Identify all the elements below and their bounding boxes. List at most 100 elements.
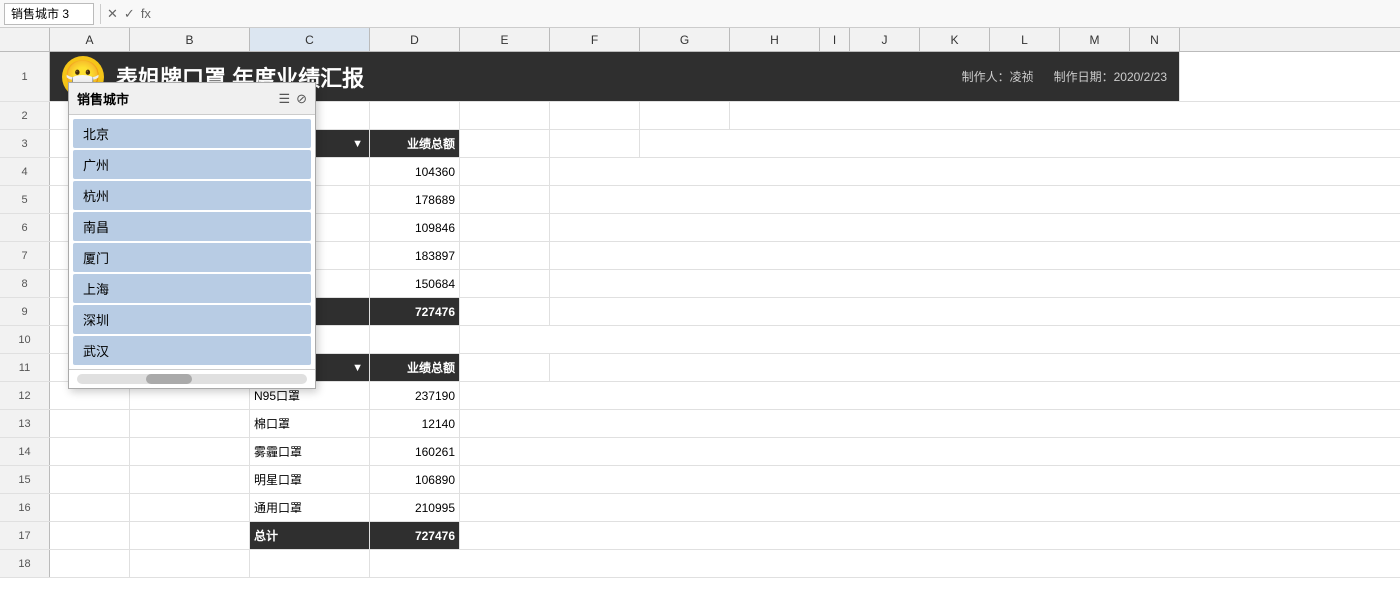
slicer-multiselect-icon[interactable]: ☰ [278,91,290,107]
pivot2-row5-value: 210995 [370,494,460,521]
pivot2-total-value: 727476 [370,522,460,549]
col-header-f[interactable]: F [550,28,640,51]
cell-d2[interactable] [370,102,460,129]
row-num-4: 4 [0,158,50,185]
cell-d10[interactable] [370,326,460,353]
slicer-title-bar: 销售城市 ☰ ⊘ [69,83,315,115]
col-header-i[interactable]: I [820,28,850,51]
col-header-k[interactable]: K [920,28,990,51]
row-num-7: 7 [0,242,50,269]
slicer-clear-icon[interactable]: ⊘ [296,91,307,107]
pivot2-row2-value: 12140 [370,410,460,437]
cell-f3[interactable] [550,130,640,157]
col-header-l[interactable]: L [990,28,1060,51]
slicer-item-xiamen[interactable]: 厦门 [73,243,311,272]
cell-e2[interactable] [460,102,550,129]
col-header-e[interactable]: E [460,28,550,51]
cell-b17[interactable] [130,522,250,549]
pivot1-filter-icon[interactable]: ▼ [352,138,363,150]
cell-e3[interactable] [460,130,550,157]
row-num-17: 17 [0,522,50,549]
cell-a16[interactable] [50,494,130,521]
row-num-5: 5 [0,186,50,213]
pivot2-row1-value: 237190 [370,382,460,409]
cell-b13[interactable] [130,410,250,437]
col-header-c[interactable]: C [250,28,370,51]
col-header-m[interactable]: M [1060,28,1130,51]
row-num-14: 14 [0,438,50,465]
banner-right: 制作人：凌祯 制作日期：2020/2/23 [962,68,1167,85]
cell-e7[interactable] [460,242,550,269]
formula-input[interactable] [157,3,1396,25]
fx-icon[interactable]: fx [141,6,151,21]
col-header-b[interactable]: B [130,28,250,51]
cell-b16[interactable] [130,494,250,521]
slicer-item-shanghai[interactable]: 上海 [73,274,311,303]
row-17: 17 总计 727476 [0,522,1400,550]
cell-b15[interactable] [130,466,250,493]
row-num-6: 6 [0,214,50,241]
row-14: 14 雾霾口罩 160261 [0,438,1400,466]
col-header-n[interactable]: N [1130,28,1180,51]
cell-a13[interactable] [50,410,130,437]
author-label: 制作人：凌祯 [962,70,1034,84]
cell-b18[interactable] [130,550,250,577]
pivot1-col-header-total: 业绩总额 [370,130,460,157]
formula-icons: ✕ ✓ fx [107,6,151,22]
cell-c18[interactable] [250,550,370,577]
row-num-18: 18 [0,550,50,577]
pivot1-row2-value: 178689 [370,186,460,213]
cell-f2[interactable] [550,102,640,129]
cell-e8[interactable] [460,270,550,297]
cell-a14[interactable] [50,438,130,465]
slicer-panel[interactable]: 销售城市 ☰ ⊘ 北京 广州 杭州 南昌 厦门 上海 深圳 武汉 [68,82,316,389]
col-header-j[interactable]: J [850,28,920,51]
pivot2-row4-value: 106890 [370,466,460,493]
col-header-h[interactable]: H [730,28,820,51]
pivot2-row4-name: 明星口罩 [250,466,370,493]
formula-bar: 销售城市 3 ✕ ✓ fx [0,0,1400,28]
formula-bar-divider [100,4,101,24]
slicer-scrollbar-thumb[interactable] [146,374,192,384]
date-label: 制作日期：2020/2/23 [1054,70,1167,84]
slicer-item-guangzhou[interactable]: 广州 [73,150,311,179]
cell-g2[interactable] [640,102,730,129]
row-13: 13 棉口罩 12140 [0,410,1400,438]
cell-a15[interactable] [50,466,130,493]
cell-a17[interactable] [50,522,130,549]
slicer-item-beijing[interactable]: 北京 [73,119,311,148]
pivot2-row3-value: 160261 [370,438,460,465]
cell-e4[interactable] [460,158,550,185]
cell-reference-box[interactable]: 销售城市 3 [4,3,94,25]
pivot2-col-header-total: 业绩总额 [370,354,460,381]
col-header-d[interactable]: D [370,28,460,51]
pivot2-filter-icon[interactable]: ▼ [352,362,363,374]
row-num-3: 3 [0,130,50,157]
cell-b14[interactable] [130,438,250,465]
col-header-g[interactable]: G [640,28,730,51]
row-18: 18 [0,550,1400,578]
slicer-item-wuhan[interactable]: 武汉 [73,336,311,365]
cell-a18[interactable] [50,550,130,577]
confirm-icon[interactable]: ✓ [124,6,135,22]
cell-e6[interactable] [460,214,550,241]
pivot1-row5-value: 150684 [370,270,460,297]
row-num-12: 12 [0,382,50,409]
corner-cell [0,28,50,51]
grid-body: 1 😷 表姐牌口罩 年度业绩汇报 制作人：凌祯 制作日期：2020/2/23 2 [0,52,1400,600]
pivot2-row5-name: 通用口罩 [250,494,370,521]
slicer-scrollbar-track[interactable] [77,374,307,384]
cell-e9[interactable] [460,298,550,325]
col-header-a[interactable]: A [50,28,130,51]
cancel-icon[interactable]: ✕ [107,6,118,22]
row-num-11: 11 [0,354,50,381]
cell-e5[interactable] [460,186,550,213]
column-header-row: A B C D E F G H I J K L M N [0,28,1400,52]
row-num-10: 10 [0,326,50,353]
spreadsheet: 销售城市 3 ✕ ✓ fx A B C D E F G H I J K L M … [0,0,1400,600]
cell-e11[interactable] [460,354,550,381]
slicer-item-hangzhou[interactable]: 杭州 [73,181,311,210]
slicer-item-shenzhen[interactable]: 深圳 [73,305,311,334]
row-16: 16 通用口罩 210995 [0,494,1400,522]
slicer-item-nanchang[interactable]: 南昌 [73,212,311,241]
